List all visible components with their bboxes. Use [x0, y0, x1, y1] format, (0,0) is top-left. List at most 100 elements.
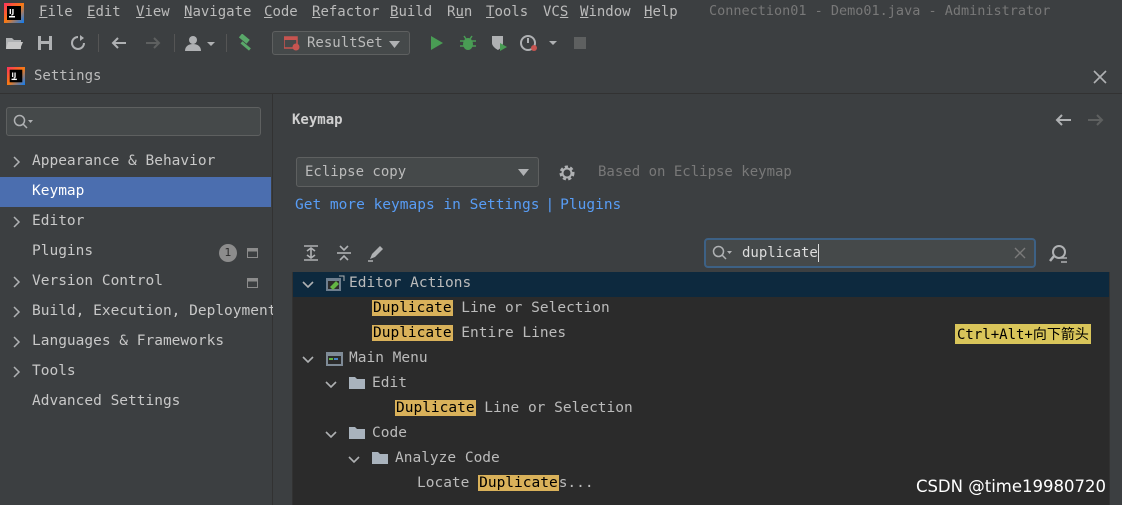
menu-build[interactable]: Build	[390, 4, 432, 20]
tree-row-label: Main Menu	[349, 350, 428, 366]
main-menu-icon	[325, 350, 345, 368]
chevron-right-icon[interactable]	[13, 276, 21, 288]
tree-action-row[interactable]: Duplicate Line or Selection	[293, 397, 1109, 422]
tree-row-label: Duplicate Entire Lines	[372, 325, 567, 341]
dialog-title-bar: IJ Settings	[0, 60, 1122, 94]
chevron-down-icon[interactable]	[302, 356, 314, 364]
sidebar-item-appearance-behavior[interactable]: Appearance & Behavior	[0, 147, 271, 177]
dialog-title: Settings	[34, 68, 102, 84]
sidebar-item-editor[interactable]: Editor	[0, 207, 271, 237]
chevron-right-icon[interactable]	[13, 366, 21, 378]
get-more-keymaps-link[interactable]: Get more keymaps in Settings	[295, 197, 539, 213]
run-configuration-dropdown[interactable]: ResultSet	[272, 31, 410, 55]
menu-help[interactable]: Help	[644, 4, 678, 20]
chevron-down-icon[interactable]	[325, 431, 337, 439]
close-icon[interactable]	[1092, 69, 1108, 85]
chevron-down-icon[interactable]	[348, 456, 360, 464]
link-separator: |	[545, 197, 555, 213]
sidebar-item-label: Keymap	[32, 183, 85, 199]
menu-tools[interactable]: Tools	[486, 4, 528, 20]
tree-row-label: Duplicate Line or Selection	[395, 400, 633, 416]
sync-icon[interactable]	[69, 34, 87, 52]
sidebar-item-version-control[interactable]: Version Control	[0, 267, 271, 297]
sidebar-item-languages-frameworks[interactable]: Languages & Frameworks	[0, 327, 271, 357]
search-match-highlight: Duplicate	[478, 475, 559, 491]
run-config-label: ResultSet	[307, 35, 383, 51]
watermark: CSDN @time19980720	[915, 477, 1106, 496]
chevron-right-icon[interactable]	[13, 156, 21, 168]
tree-action-row[interactable]: Duplicate Line or Selection	[293, 297, 1109, 322]
stop-icon[interactable]	[571, 34, 589, 52]
edit-icon[interactable]	[367, 244, 385, 262]
tree-group-row[interactable]: Code	[293, 422, 1109, 447]
coverage-icon[interactable]	[490, 34, 508, 52]
intellij-logo-icon: IJ	[7, 67, 25, 85]
chevron-down-icon	[389, 41, 400, 48]
chevron-down-icon[interactable]	[325, 381, 337, 389]
action-search-input[interactable]	[742, 244, 992, 262]
collapse-all-icon[interactable]	[335, 244, 353, 262]
tree-row-label: Locate Duplicates...	[417, 475, 594, 491]
user-icon[interactable]	[184, 34, 218, 52]
menu-run[interactable]: Run	[447, 4, 472, 20]
tree-group-row[interactable]: Editor Actions	[293, 272, 1109, 297]
tree-group-row[interactable]: Edit	[293, 372, 1109, 397]
tree-group-row[interactable]: Analyze Code	[293, 447, 1109, 472]
menubar: IJ File Edit View Navigate Code Refactor Build…	[0, 0, 1122, 26]
chevron-right-icon[interactable]	[13, 216, 21, 228]
back-icon[interactable]	[1054, 112, 1072, 128]
editor-actions-icon	[325, 275, 345, 293]
keymap-links: Get more keymaps in Settings | Plugins	[295, 197, 621, 213]
plugins-link[interactable]: Plugins	[560, 197, 621, 213]
sidebar-item-label: Plugins	[32, 243, 94, 259]
folder-icon	[348, 425, 366, 440]
forward-icon[interactable]	[1087, 112, 1105, 128]
save-icon[interactable]	[36, 34, 54, 52]
intellij-logo-icon: IJ	[4, 3, 24, 23]
find-shortcut-icon[interactable]	[1048, 244, 1070, 264]
menu-navigate[interactable]: Navigate	[184, 4, 251, 20]
settings-search-input[interactable]	[6, 107, 261, 136]
clear-icon[interactable]	[1014, 247, 1026, 259]
menu-edit[interactable]: Edit	[87, 4, 121, 20]
forward-icon[interactable]	[144, 34, 162, 52]
sidebar-item-label: Appearance & Behavior	[32, 153, 216, 169]
chevron-down-icon	[518, 169, 529, 176]
tree-row-label: Editor Actions	[349, 275, 472, 291]
sidebar-item-plugins[interactable]: Plugins 1	[0, 237, 271, 267]
project-level-icon	[247, 278, 258, 288]
expand-all-icon[interactable]	[302, 244, 320, 262]
sidebar-item-advanced-settings[interactable]: Advanced Settings	[0, 387, 271, 417]
svg-text:IJ: IJ	[12, 72, 17, 79]
chevron-right-icon[interactable]	[13, 336, 21, 348]
menu-refactor[interactable]: Refactor	[312, 4, 379, 20]
tree-group-row[interactable]: Main Menu	[293, 347, 1109, 372]
profile-icon[interactable]	[520, 34, 560, 52]
menu-code[interactable]: Code	[264, 4, 298, 20]
sidebar-item-keymap[interactable]: Keymap	[0, 177, 271, 207]
chevron-down-icon[interactable]	[302, 281, 314, 289]
settings-dialog: IJ Settings Appearance & Behavior Keymap E…	[0, 60, 1122, 505]
window-title: Connection01 - Demo01.java - Administrat…	[709, 3, 1051, 19]
debug-icon[interactable]	[459, 34, 477, 52]
chevron-right-icon[interactable]	[13, 306, 21, 318]
tree-action-row[interactable]: Duplicate Entire Lines Ctrl+Alt+向下箭头	[293, 322, 1109, 347]
sidebar-item-label: Languages & Frameworks	[32, 333, 225, 349]
gear-icon[interactable]	[557, 163, 577, 183]
menu-vcs[interactable]: VCS	[543, 4, 568, 20]
keymap-select[interactable]: Eclipse copy	[296, 157, 539, 187]
sidebar-item-label: Editor	[32, 213, 85, 229]
open-icon[interactable]	[5, 34, 23, 52]
menu-file[interactable]: File	[39, 4, 73, 20]
tree-row-label: Analyze Code	[395, 450, 500, 466]
back-icon[interactable]	[110, 34, 128, 52]
menu-window[interactable]: Window	[580, 4, 631, 20]
action-search-field[interactable]	[704, 238, 1036, 268]
shortcut-badge: Ctrl+Alt+向下箭头	[955, 324, 1091, 344]
build-hammer-icon[interactable]	[236, 34, 254, 52]
menu-view[interactable]: View	[136, 4, 170, 20]
run-icon[interactable]	[427, 34, 445, 52]
sidebar-item-tools[interactable]: Tools	[0, 357, 271, 387]
project-level-icon	[247, 248, 258, 258]
sidebar-item-build-execution-deployment[interactable]: Build, Execution, Deployment	[0, 297, 276, 327]
